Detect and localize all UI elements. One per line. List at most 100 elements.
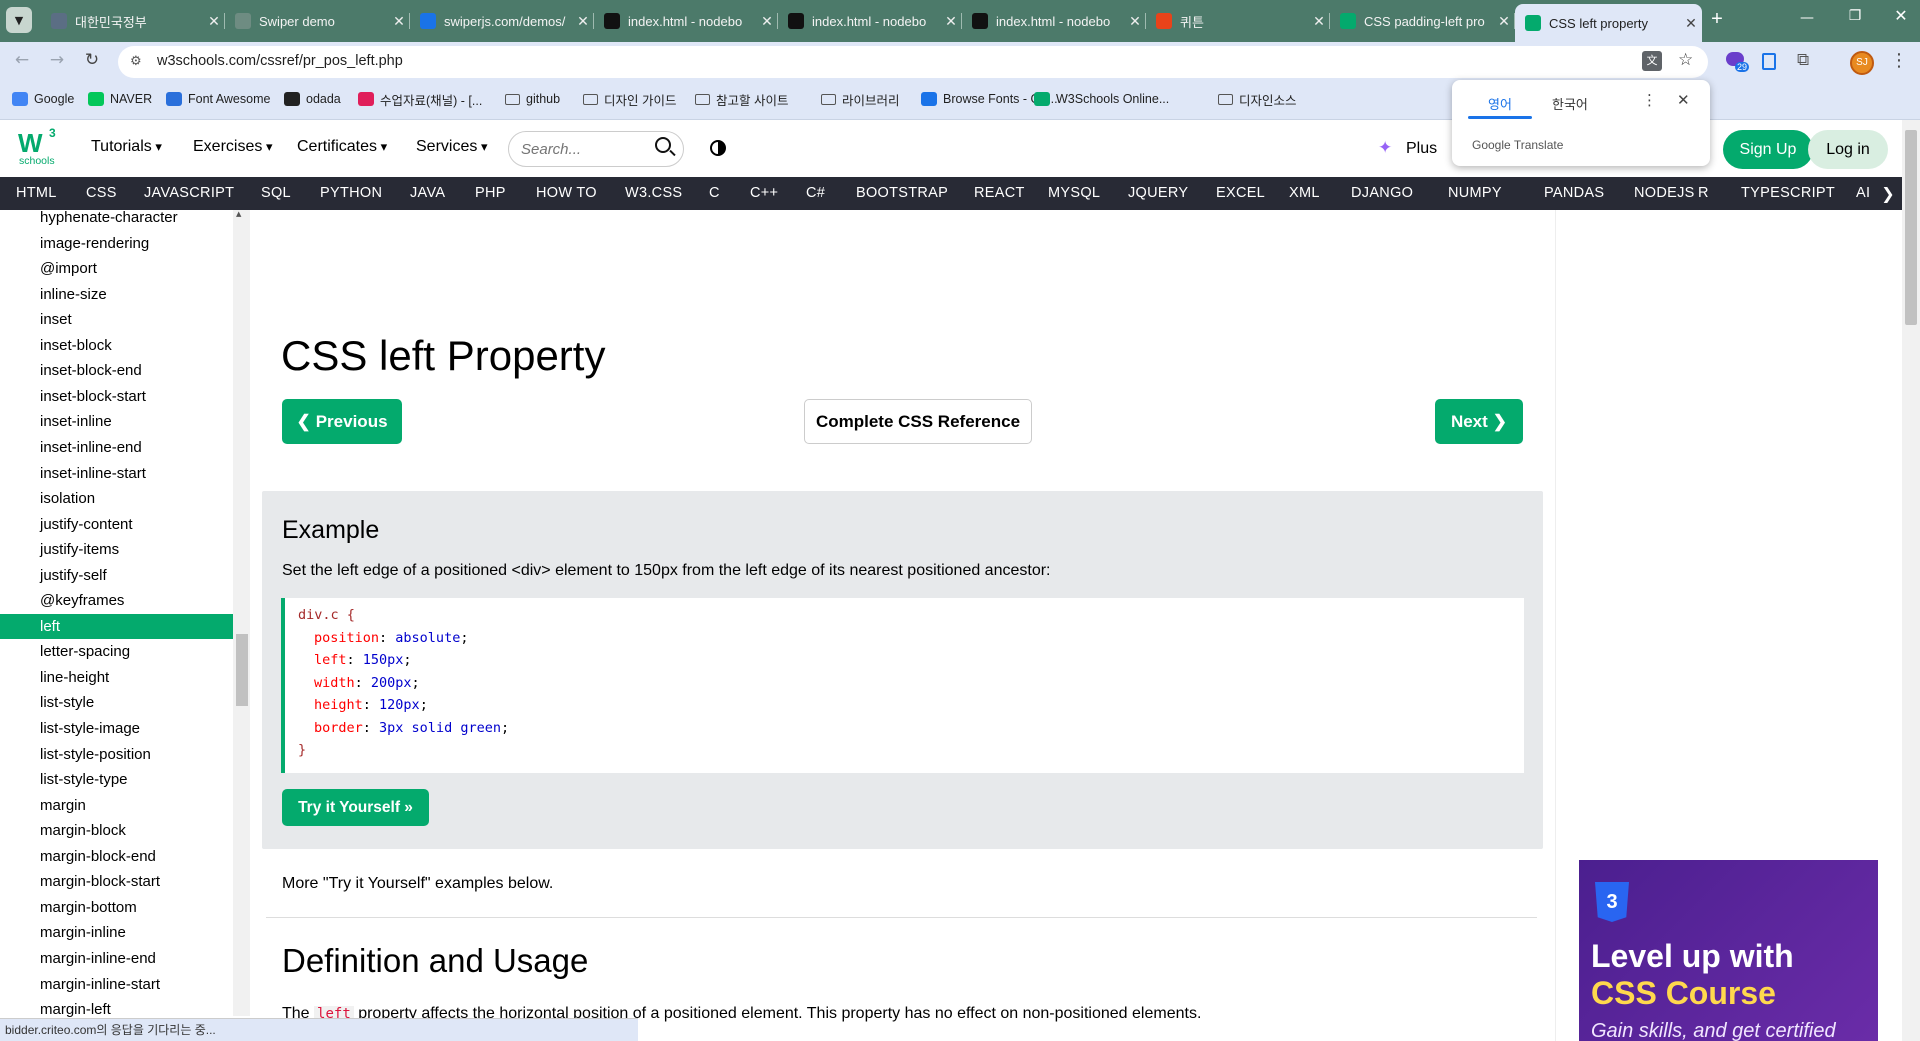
header-menu-services[interactable]: Services ▾ [416, 138, 488, 156]
tab-close-icon[interactable]: ✕ [1308, 13, 1330, 30]
sidebar-item[interactable]: inset-block-start [0, 384, 233, 409]
bookmark-item[interactable]: 디자인 가이드 [583, 89, 676, 109]
tab-close-icon[interactable]: ✕ [1680, 15, 1702, 32]
sidebar-item[interactable]: margin-bottom [0, 895, 233, 920]
close-window-button[interactable]: ✕ [1886, 6, 1916, 28]
login-button[interactable]: Log in [1808, 130, 1888, 169]
search-input[interactable] [521, 139, 641, 159]
tab[interactable]: swiperjs.com/demos/ ✕ [410, 5, 594, 37]
sidebar-item[interactable]: left [0, 613, 233, 639]
sidebar-item[interactable]: inset-block-end [0, 358, 233, 383]
sidebar-item[interactable]: line-height [0, 665, 233, 690]
sidebar-item[interactable]: justify-self [0, 563, 233, 588]
topnav-typescript[interactable]: TYPESCRIPT [1741, 177, 1835, 210]
tab-close-icon[interactable]: ✕ [572, 13, 594, 30]
css-course-ad[interactable]: 3 Level up with CSS Course Gain skills, … [1579, 860, 1878, 1041]
back-button[interactable]: ← [10, 50, 34, 74]
sidebar-item[interactable]: inset-inline-start [0, 461, 233, 486]
sidebar-item[interactable]: inline-size [0, 282, 233, 307]
tab[interactable]: index.html - nodebo ✕ [962, 5, 1146, 37]
page-scroll-thumb[interactable] [1905, 130, 1917, 325]
tab[interactable]: index.html - nodebo ✕ [594, 5, 778, 37]
sidebar-item[interactable]: margin-block-end [0, 844, 233, 869]
sidebar-item[interactable]: isolation [0, 486, 233, 511]
sidebar-scroll-thumb[interactable] [236, 634, 248, 706]
topnav-mysql[interactable]: MYSQL [1048, 177, 1100, 210]
bookmark-item[interactable]: odada [284, 89, 341, 109]
css-reference-button[interactable]: Complete CSS Reference [804, 399, 1032, 444]
topnav-nodejs[interactable]: NODEJS [1634, 177, 1695, 210]
puzzle-extensions-icon[interactable]: ⧉ [1797, 50, 1809, 70]
sidebar-item[interactable]: list-style [0, 690, 233, 715]
sidebar-item[interactable]: margin-inline-start [0, 972, 233, 997]
tab[interactable]: CSS padding-left pro ✕ [1330, 5, 1515, 37]
sidebar-item[interactable]: inset-block [0, 333, 233, 358]
topnav-sql[interactable]: SQL [261, 177, 291, 210]
topnav-bootstrap[interactable]: BOOTSTRAP [856, 177, 948, 210]
reload-button[interactable]: ↻ [80, 50, 104, 74]
reading-list-icon[interactable] [1762, 53, 1776, 70]
sidebar-item[interactable]: image-rendering [0, 231, 233, 256]
translate-lang-from[interactable]: 영어 [1488, 94, 1512, 113]
tab-close-icon[interactable]: ✕ [1493, 13, 1515, 30]
bookmark-item[interactable]: 참고할 사이트 [695, 89, 788, 109]
sidebar-item[interactable]: hyphenate-character [0, 205, 233, 230]
topnav-pandas[interactable]: PANDAS [1544, 177, 1604, 210]
bookmark-item[interactable]: 디자인소스 [1218, 89, 1297, 109]
tab[interactable]: 대한민국정부 ✕ [41, 5, 225, 37]
tab[interactable]: 퀴튼 ✕ [1146, 5, 1330, 37]
sidebar-item[interactable]: inset-inline [0, 409, 233, 434]
topnav-react[interactable]: REACT [974, 177, 1025, 210]
translate-close-icon[interactable]: ✕ [1677, 91, 1690, 109]
bookmark-item[interactable]: Google [12, 89, 74, 109]
translate-icon[interactable]: 文 [1642, 51, 1662, 71]
header-menu-tutorials[interactable]: Tutorials ▾ [91, 138, 162, 156]
topnav-php[interactable]: PHP [475, 177, 506, 210]
bookmark-item[interactable]: Font Awesome [166, 89, 270, 109]
translate-lang-to[interactable]: 한국어 [1552, 94, 1588, 113]
next-button[interactable]: Next ❯ [1435, 399, 1523, 444]
topnav-how-to[interactable]: HOW TO [536, 177, 597, 210]
bookmark-item[interactable]: NAVER [88, 89, 152, 109]
tab-close-icon[interactable]: ✕ [1124, 13, 1146, 30]
tab-close-icon[interactable]: ✕ [940, 13, 962, 30]
topnav-jquery[interactable]: JQUERY [1128, 177, 1188, 210]
previous-button[interactable]: ❮ Previous [282, 399, 402, 444]
sidebar-scrollbar[interactable] [233, 210, 250, 1016]
sidebar-item[interactable]: justify-items [0, 537, 233, 562]
w3schools-logo[interactable]: W 3 schools [18, 126, 58, 168]
restore-button[interactable]: ❐ [1840, 8, 1870, 30]
tab-close-icon[interactable]: ✕ [203, 13, 225, 30]
address-bar[interactable]: ⚙ w3schools.com/cssref/pr_pos_left.php 文… [118, 46, 1708, 78]
sidebar-item[interactable]: inset [0, 307, 233, 332]
topnav-w3-css[interactable]: W3.CSS [625, 177, 682, 210]
sidebar-item[interactable]: @import [0, 256, 233, 281]
bookmark-item[interactable]: 라이브러리 [821, 89, 900, 109]
bookmark-star-icon[interactable]: ☆ [1678, 50, 1693, 70]
topnav-c-[interactable]: C# [806, 177, 825, 210]
tab-close-icon[interactable]: ✕ [388, 13, 410, 30]
topnav-c-[interactable]: C++ [750, 177, 778, 210]
signup-button[interactable]: Sign Up [1723, 130, 1813, 169]
topnav-scroll-right-icon[interactable]: ❯ [1878, 177, 1898, 210]
minimize-button[interactable]: — [1792, 10, 1822, 30]
sidebar-item[interactable]: margin-block [0, 818, 233, 843]
topnav-numpy[interactable]: NUMPY [1448, 177, 1502, 210]
sidebar-scroll-up-icon[interactable]: ▲ [236, 210, 241, 218]
topnav-java[interactable]: JAVA [410, 177, 445, 210]
plus-link[interactable]: Plus [1406, 140, 1437, 158]
header-menu-exercises[interactable]: Exercises ▾ [193, 138, 273, 156]
topnav-r[interactable]: R [1698, 177, 1709, 210]
topnav-excel[interactable]: EXCEL [1216, 177, 1265, 210]
tab-search-button[interactable]: ▼ [6, 7, 32, 33]
bookmark-item[interactable]: github [505, 89, 560, 109]
sidebar-item[interactable]: list-style-position [0, 742, 233, 767]
forward-button[interactable]: → [45, 50, 69, 74]
browser-menu-icon[interactable]: ⋮ [1890, 50, 1908, 71]
sidebar-item[interactable]: list-style-type [0, 767, 233, 792]
topnav-c[interactable]: C [709, 177, 720, 210]
header-menu-certificates[interactable]: Certificates ▾ [297, 138, 387, 156]
bookmark-item[interactable]: 수업자료(채널) - [... [358, 89, 482, 109]
search-box[interactable] [508, 131, 684, 167]
new-tab-button[interactable]: + [1705, 8, 1729, 32]
